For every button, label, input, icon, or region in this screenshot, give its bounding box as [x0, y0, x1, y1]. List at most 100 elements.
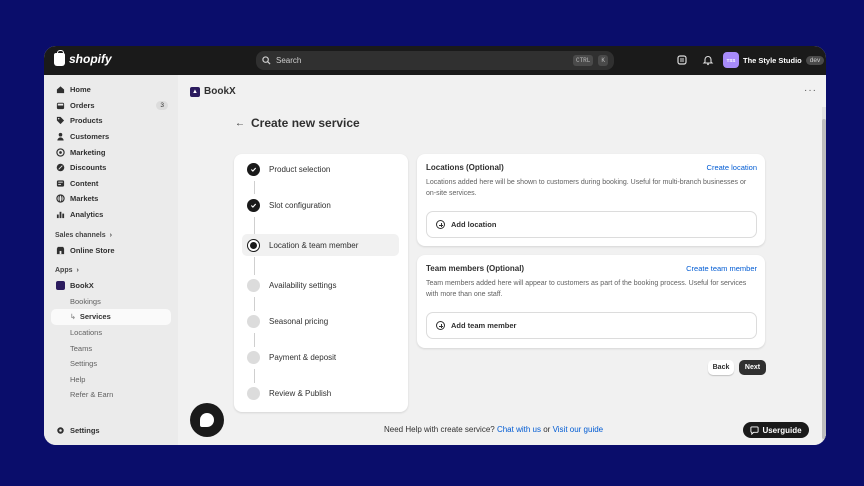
- plus-circle-icon: [436, 321, 445, 330]
- bookx-logo-icon: ▲: [190, 86, 200, 97]
- step-review-publish[interactable]: Review & Publish: [242, 382, 399, 404]
- step-label: Review & Publish: [269, 388, 332, 398]
- settings-label: Settings: [70, 426, 100, 435]
- sales-channels-label: Sales channels: [55, 231, 106, 239]
- sidebar-item-analytics[interactable]: Analytics: [44, 207, 178, 223]
- shopify-logo[interactable]: shopify: [54, 49, 112, 66]
- sidebar: Home Orders 3 Products Customers Marketi…: [44, 75, 178, 445]
- step-payment-deposit[interactable]: Payment & deposit: [242, 346, 399, 368]
- step-availability-settings[interactable]: Availability settings: [242, 274, 399, 296]
- create-location-link[interactable]: Create location: [707, 163, 757, 172]
- chat-launcher-button[interactable]: [190, 403, 224, 437]
- sidebar-item-home[interactable]: Home: [44, 82, 178, 98]
- sidebar-item-discounts[interactable]: Discounts: [44, 160, 178, 176]
- add-team-member-button[interactable]: Add team member: [426, 312, 757, 339]
- locations-card: Locations (Optional) Create location Loc…: [417, 154, 765, 246]
- back-button[interactable]: Back: [708, 360, 734, 375]
- pending-step-icon: [247, 350, 260, 364]
- locations-description: Locations added here will be shown to cu…: [426, 179, 747, 197]
- apps-label: Apps: [55, 267, 73, 275]
- sidebar-subitem-settings[interactable]: Settings: [44, 356, 178, 372]
- sidebar-item-markets[interactable]: Markets: [44, 191, 178, 207]
- help-or: or: [543, 425, 551, 434]
- team-members-description: Team members added here will appear to c…: [426, 280, 747, 298]
- search-label: Search: [276, 56, 302, 65]
- app-header: ▲ BookX: [190, 86, 236, 97]
- shopify-bag-icon: [54, 49, 65, 66]
- chevron-right-icon: ›: [109, 231, 112, 239]
- userguide-button[interactable]: Userguide: [743, 422, 809, 438]
- step-label: Slot configuration: [269, 200, 331, 210]
- sidebar-item-customers[interactable]: Customers: [44, 129, 178, 145]
- bookx-app-icon: [56, 281, 65, 291]
- sidebar-item-bookx[interactable]: BookX: [44, 278, 178, 294]
- step-product-selection[interactable]: Product selection: [242, 158, 399, 180]
- scrollbar-thumb[interactable]: [822, 119, 826, 439]
- main-content: ▲ BookX ··· ← Create new service Product…: [178, 75, 826, 445]
- globe-icon: [56, 194, 65, 204]
- chat-with-us-link[interactable]: Chat with us: [497, 425, 541, 434]
- step-connector: [254, 369, 255, 383]
- gear-icon: [57, 427, 64, 434]
- sidebar-subitem-teams[interactable]: Teams: [44, 340, 178, 356]
- step-connector: [254, 257, 255, 275]
- step-slot-configuration[interactable]: Slot configuration: [242, 194, 399, 216]
- sidebar-item-label: Markets: [70, 194, 99, 204]
- add-location-label: Add location: [451, 220, 497, 229]
- sidebar-item-online-store[interactable]: Online Store: [44, 242, 178, 258]
- chat-bubble-icon: [200, 413, 214, 427]
- person-icon: [57, 132, 64, 141]
- back-arrow-icon[interactable]: ←: [235, 118, 245, 129]
- tag-icon: [56, 117, 65, 125]
- locations-title: Locations (Optional): [426, 163, 504, 172]
- more-actions-icon[interactable]: ···: [804, 85, 817, 96]
- step-label: Seasonal pricing: [269, 316, 329, 326]
- step-connector: [254, 333, 255, 347]
- branch-icon: ↳: [70, 313, 76, 321]
- step-seasonal-pricing[interactable]: Seasonal pricing: [242, 310, 399, 332]
- orders-icon: [56, 102, 65, 109]
- sidebar-subitem-refer-earn[interactable]: Refer & Earn: [44, 387, 178, 403]
- store-icon: [56, 246, 65, 254]
- step-label: Product selection: [269, 164, 331, 174]
- create-team-member-link[interactable]: Create team member: [686, 264, 757, 273]
- sidebar-subitem-locations[interactable]: Locations: [44, 325, 178, 341]
- sales-channels-section[interactable]: Sales channels ›: [44, 228, 178, 242]
- sidebar-item-marketing[interactable]: Marketing: [44, 144, 178, 160]
- userguide-label: Userguide: [762, 425, 802, 435]
- sidebar-item-label: Customers: [70, 132, 110, 142]
- next-button[interactable]: Next: [739, 360, 766, 375]
- sidebar-item-label: Online Store: [70, 245, 115, 255]
- sidebar-item-products[interactable]: Products: [44, 113, 178, 129]
- sidebar-subitem-services[interactable]: ↳ Services: [51, 309, 171, 325]
- discount-icon: [56, 163, 65, 172]
- store-switcher[interactable]: TSS The Style Studio dev: [723, 52, 825, 68]
- step-connector: [254, 181, 255, 194]
- app-title: BookX: [204, 86, 236, 97]
- target-icon: [56, 147, 65, 157]
- step-location-team-member[interactable]: Location & team member: [242, 234, 399, 256]
- team-members-title: Team members (Optional): [426, 264, 525, 273]
- sidekick-icon[interactable]: [676, 54, 688, 66]
- bar-chart-icon: [56, 211, 65, 219]
- sidebar-subitem-help[interactable]: Help: [44, 372, 178, 388]
- page-title: Create new service: [251, 116, 360, 130]
- bell-icon[interactable]: [702, 54, 714, 66]
- sidebar-subitem-bookings[interactable]: Bookings: [44, 294, 178, 310]
- plus-circle-icon: [436, 220, 445, 229]
- chevron-right-icon: ›: [76, 267, 79, 275]
- search-bar[interactable]: Search CTRL K: [256, 51, 614, 70]
- sidebar-item-orders[interactable]: Orders 3: [44, 98, 178, 114]
- step-label: Payment & deposit: [269, 352, 337, 362]
- check-circle-icon: [247, 198, 260, 212]
- app-window: shopify Search CTRL K TSS The Style Stud…: [44, 46, 826, 445]
- apps-section[interactable]: Apps ›: [44, 264, 178, 278]
- scrollbar[interactable]: [822, 107, 826, 445]
- step-list: Product selection Slot configuration Loc…: [234, 154, 408, 412]
- sidebar-item-settings[interactable]: Settings: [56, 426, 100, 435]
- visit-guide-link[interactable]: Visit our guide: [553, 425, 604, 434]
- store-avatar: TSS: [723, 52, 739, 68]
- add-location-button[interactable]: Add location: [426, 211, 757, 238]
- speech-bubble-icon: [750, 425, 759, 435]
- sidebar-item-content[interactable]: Content: [44, 176, 178, 192]
